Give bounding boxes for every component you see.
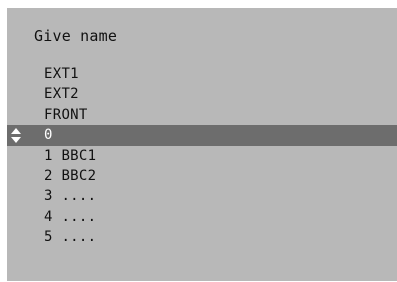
list-item-selected[interactable]: 0 xyxy=(7,125,397,146)
list-item[interactable]: 2 BBC2 xyxy=(7,166,397,186)
list-item-label: EXT2 xyxy=(44,86,79,103)
list-item[interactable]: 4 .... xyxy=(7,207,397,227)
list-item[interactable]: EXT1 xyxy=(7,64,397,84)
list-item-label: 1 BBC1 xyxy=(44,147,97,164)
list-item-label: 5 .... xyxy=(44,229,97,246)
list-item-label: 0 xyxy=(44,127,53,144)
list-item[interactable]: 1 BBC1 xyxy=(7,146,397,166)
list-item-label: EXT1 xyxy=(44,66,79,82)
list-item[interactable]: 5 .... xyxy=(7,227,397,247)
osd-menu-panel: Give name EXT1 EXT2 FRONT 0 1 BBC1 2 BBC… xyxy=(7,8,397,281)
menu-title: Give name xyxy=(34,27,118,45)
list-item[interactable]: FRONT xyxy=(7,105,397,125)
list-item-label: FRONT xyxy=(44,106,88,123)
list-item[interactable]: 3 .... xyxy=(7,186,397,206)
channel-list: EXT1 EXT2 FRONT 0 1 BBC1 2 BBC2 3 .... 4… xyxy=(7,64,397,248)
up-down-arrow-icon xyxy=(11,128,21,144)
list-item-label: 4 .... xyxy=(44,208,97,225)
list-item-label: 2 BBC2 xyxy=(44,167,97,184)
list-item[interactable]: EXT2 xyxy=(7,84,397,104)
list-item-label: 3 .... xyxy=(44,188,97,205)
